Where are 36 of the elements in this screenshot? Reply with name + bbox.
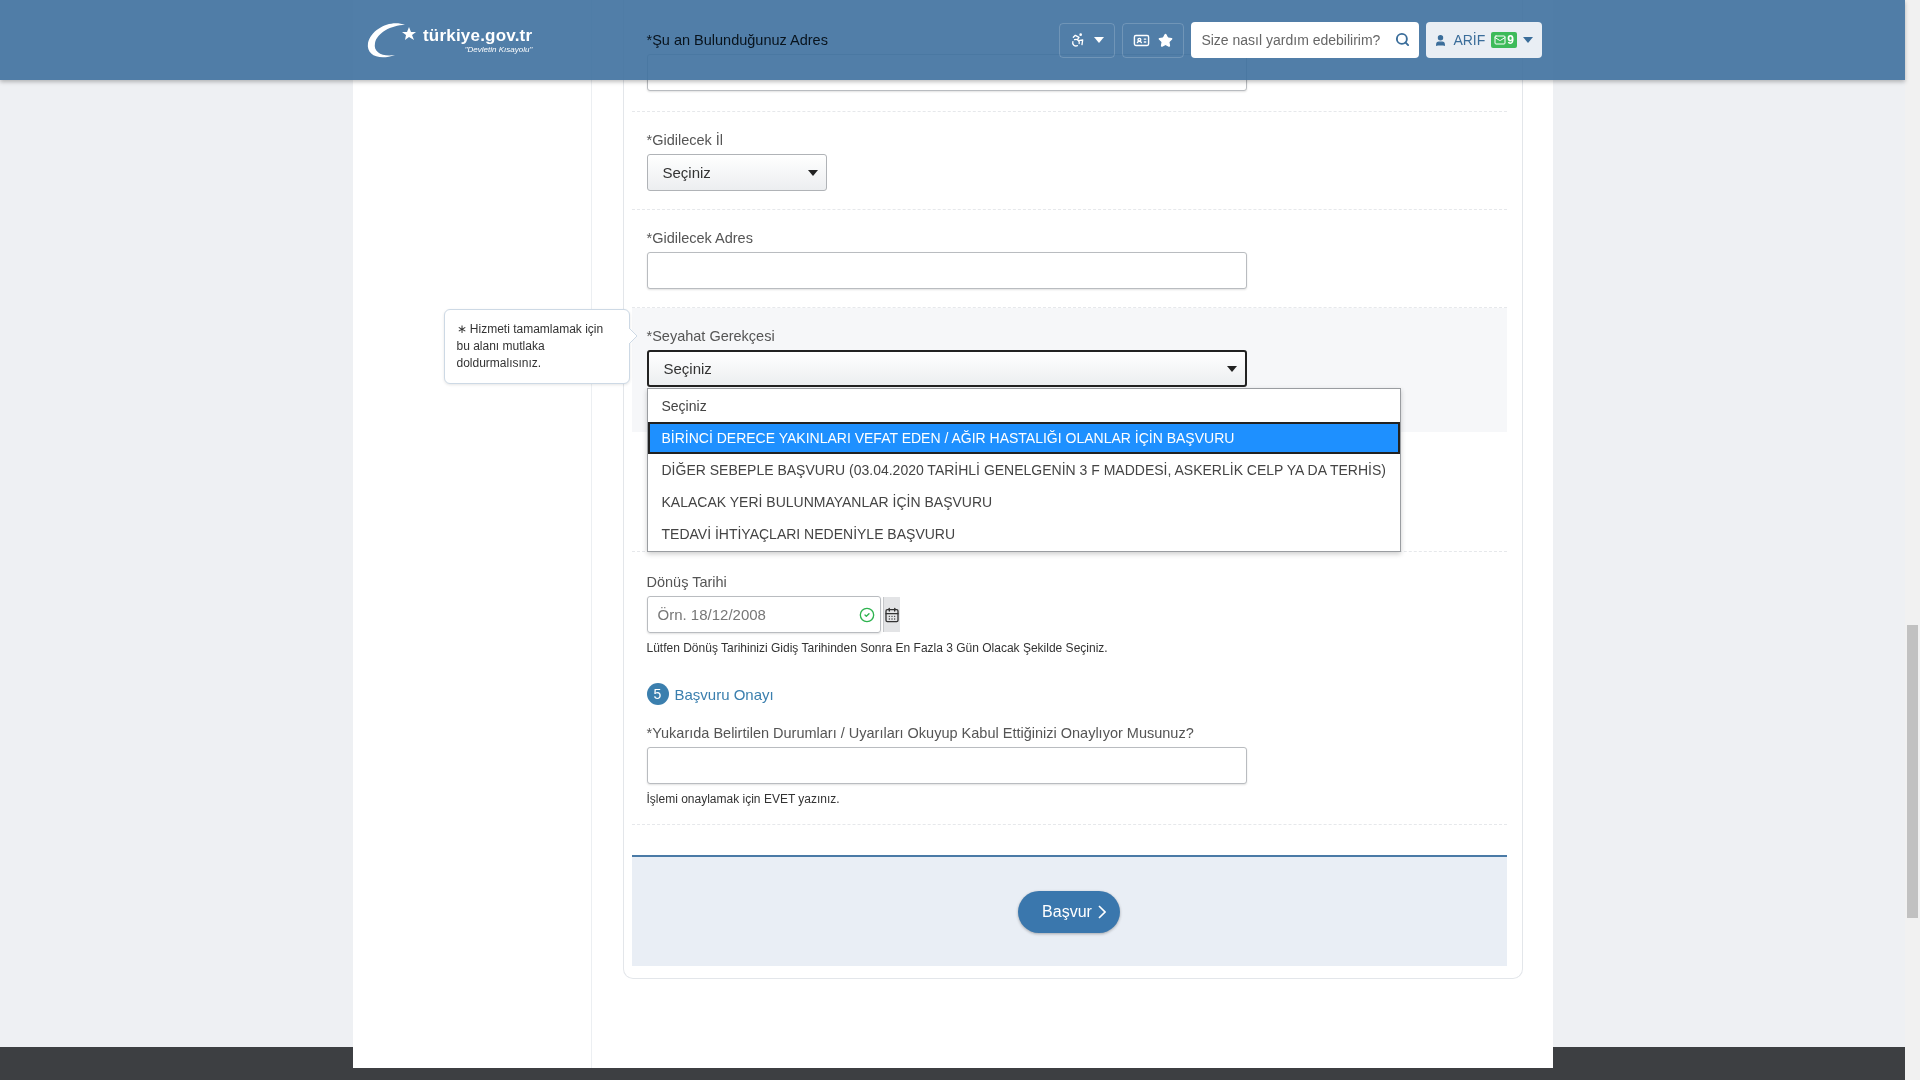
user-icon <box>1434 33 1448 47</box>
star-icon <box>1158 32 1174 48</box>
dropdown-option[interactable]: KALACAK YERİ BULUNMAYANLAR İÇİN BAŞVURU <box>647 486 1400 518</box>
accessibility-button[interactable] <box>1059 22 1116 58</box>
caret-icon <box>1226 365 1237 372</box>
field-label: Dönüş Tarihi <box>646 573 727 592</box>
field-label: *Seyahat Gerekçesi <box>646 327 775 346</box>
field-label: *Şu an Bulunduğunuz Adres <box>646 31 828 50</box>
mail-badge: 9 <box>1491 32 1517 48</box>
step-title: Başvuru Onayı <box>674 685 774 703</box>
search-icon <box>1395 32 1411 47</box>
input-field[interactable] <box>646 252 1247 289</box>
help-text: İşlemi onaylamak için EVET yazınız. <box>646 792 841 806</box>
search-field[interactable]: Size nasıl yardım edebilirim? <box>1191 22 1420 58</box>
help-text: Lütfen Dönüş Tarihinizi Gidiş Tarihinden Sonra En Fazla 3 Gün Olacak Şekilde Seçiniz. <box>646 641 1109 655</box>
caret-icon <box>807 169 818 176</box>
caret-icon <box>1523 37 1533 43</box>
calendar-button[interactable] <box>882 597 900 632</box>
calendar-icon <box>883 606 900 623</box>
field-label: *Gidilecek İl <box>646 131 724 150</box>
dropdown-option[interactable]: TEDAVİ İHTİYAÇLARI NEDENİYLE BAŞVURU <box>647 518 1400 550</box>
user-menu-button[interactable]: ARİF 9 <box>1426 22 1542 58</box>
favorites-button[interactable] <box>1122 22 1185 58</box>
dropdown-option[interactable]: Seçiniz <box>647 390 1400 422</box>
field-label: *Yukarıda Belirtilen Durumları / Uyarıları Okuyup Kabul Ettiğinizi Onaylıyor Musunuz? <box>646 724 1194 743</box>
mail-icon <box>1494 34 1507 46</box>
chevron-icon <box>1097 904 1106 919</box>
field-label: *Gidilecek Adres <box>646 229 753 248</box>
site-logo[interactable]: türkiye.gov.tr "Devletin Kısayolu" <box>365 19 533 61</box>
step-number: 5 <box>646 683 669 705</box>
submit-button[interactable]: Başvur <box>1018 890 1120 933</box>
caret-icon <box>1094 37 1105 43</box>
input-field[interactable] <box>646 747 1247 784</box>
select-field[interactable]: Seçiniz <box>646 350 1247 387</box>
dropdown-option[interactable]: DİĞER SEBEPLE BAŞVURU (03.04.2020 TARİHLİ GENELGENİN 3 F MADDESİ, ASKERLİK CELP YA DA TERHİS) <box>647 454 1400 486</box>
select-field[interactable]: Seçiniz <box>646 154 827 191</box>
